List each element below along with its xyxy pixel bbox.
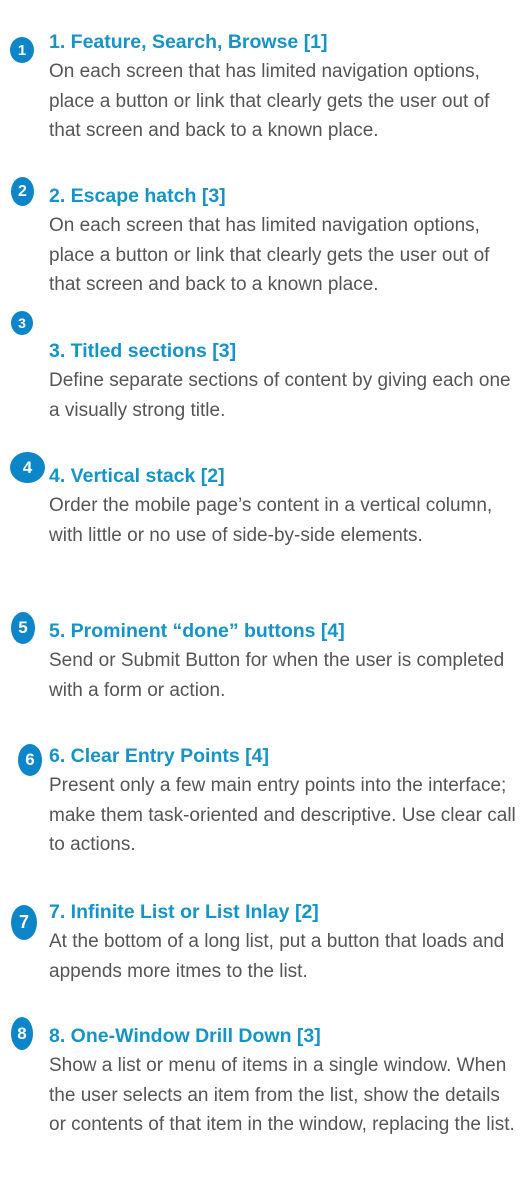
pattern-title: 1. Feature, Search, Browse [1] (49, 31, 328, 53)
number-badge-3: 3 (11, 311, 33, 335)
number-badge-7: 7 (11, 905, 37, 940)
pattern-title: 2. Escape hatch [3] (49, 185, 226, 207)
pattern-description: At the bottom of a long list, put a butt… (49, 931, 505, 982)
number-badge-5: 5 (11, 612, 35, 644)
number-badge-2: 2 (11, 177, 34, 206)
pattern-description: Define separate sections of content by g… (49, 370, 511, 421)
pattern-description: Send or Submit Button for when the user … (49, 650, 505, 701)
pattern-title: 6. Clear Entry Points [4] (49, 745, 269, 767)
number-badge-6: 6 (18, 744, 42, 776)
pattern-title: 4. Vertical stack [2] (49, 465, 225, 487)
pattern-description: On each screen that has limited navigati… (49, 61, 490, 141)
badge-number: 6 (25, 750, 35, 769)
badge-number: 1 (17, 41, 27, 59)
badge-number: 4 (22, 457, 33, 477)
pattern-title: 8. One-Window Drill Down [3] (49, 1025, 321, 1047)
badge-number: 5 (18, 618, 28, 637)
pattern-description: On each screen that has limited navigati… (49, 215, 490, 295)
pattern-title: 7. Infinite List or List Inlay [2] (49, 901, 319, 923)
pattern-title: 5. Prominent “done” buttons [4] (49, 620, 345, 642)
pattern-title: 3. Titled sections [3] (49, 340, 237, 362)
number-badge-4: 4 (10, 452, 45, 483)
badge-number: 2 (18, 182, 27, 200)
pattern-description: Order the mobile page’s content in a ver… (49, 495, 493, 546)
number-badge-8: 8 (11, 1017, 33, 1050)
badge-number: 8 (17, 1023, 27, 1043)
badge-number: 7 (18, 912, 29, 932)
badge-number: 3 (18, 315, 26, 331)
pattern-description: Show a list or menu of items in a single… (49, 1055, 515, 1135)
number-badge-1: 1 (10, 37, 34, 63)
pattern-description: Present only a few main entry points int… (49, 775, 516, 855)
